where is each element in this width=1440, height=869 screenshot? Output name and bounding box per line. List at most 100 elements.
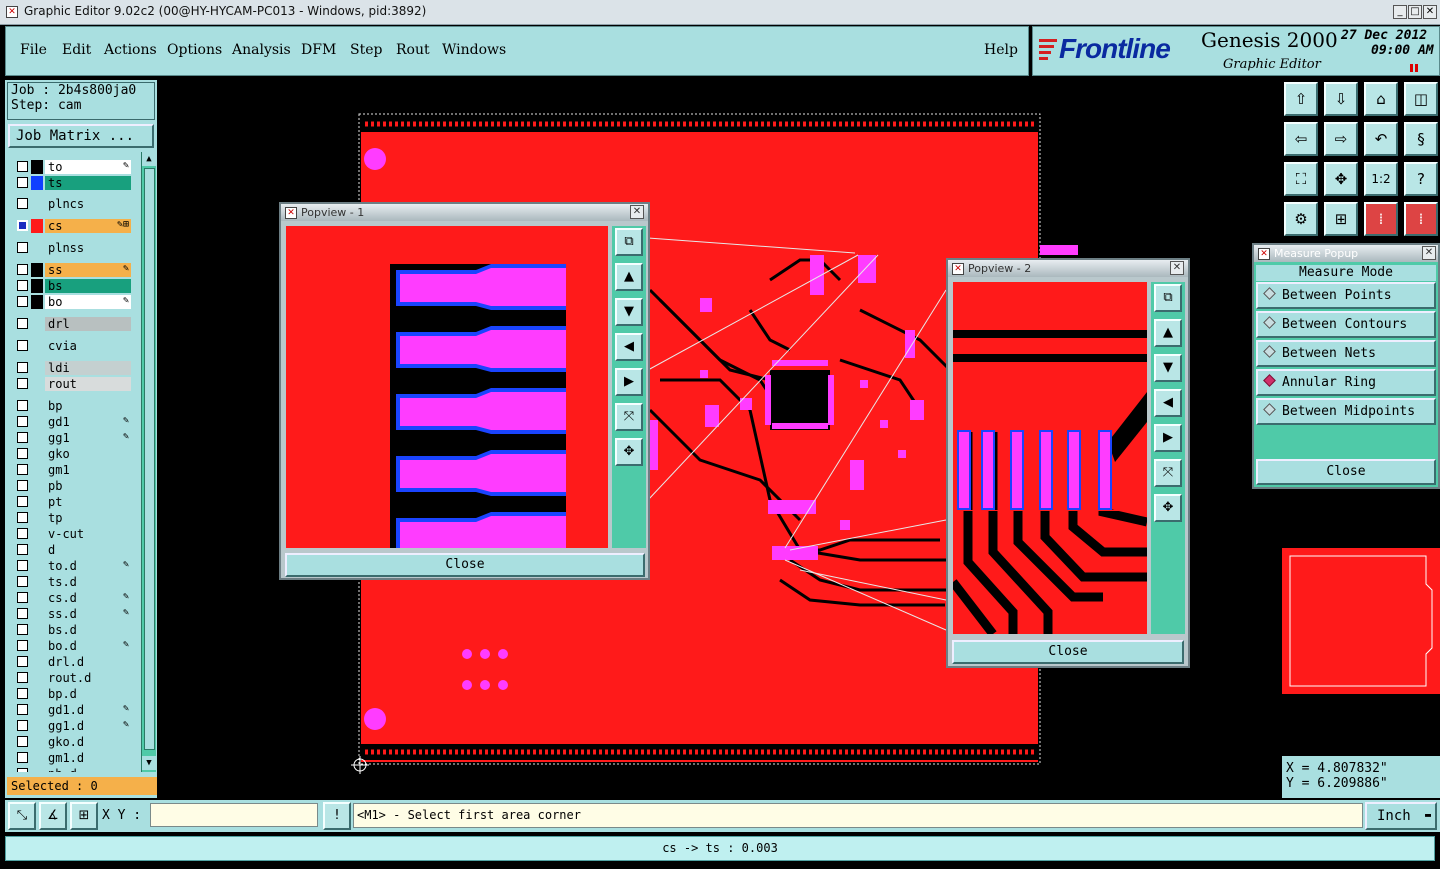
layer-color-swatch[interactable] xyxy=(31,295,43,309)
popview-1-down-icon[interactable]: ▼ xyxy=(615,298,643,326)
layer-checkbox[interactable] xyxy=(17,592,28,603)
layer-name[interactable]: ss xyxy=(45,263,131,277)
layer-color-swatch[interactable] xyxy=(31,399,43,413)
layer-name[interactable]: v-cut xyxy=(45,527,131,541)
layer-checkbox[interactable] xyxy=(17,400,28,411)
layer-checkbox[interactable] xyxy=(17,720,28,731)
option-between-nets[interactable]: Between Nets xyxy=(1256,340,1436,367)
layer-edit-icon[interactable]: ✎ xyxy=(123,295,129,306)
layer-name[interactable]: gko.d xyxy=(45,735,131,749)
layer-checkbox[interactable] xyxy=(17,656,28,667)
layer-row-to-d[interactable]: to.d ✎ xyxy=(13,559,133,573)
layer-color-swatch[interactable] xyxy=(31,735,43,749)
layer-color-swatch[interactable] xyxy=(31,219,43,233)
layer-color-swatch[interactable] xyxy=(31,447,43,461)
layer-row-plnss[interactable]: plnss xyxy=(13,241,133,255)
layer-checkbox[interactable] xyxy=(17,560,28,571)
layer-checkbox[interactable] xyxy=(17,752,28,763)
mini-map[interactable] xyxy=(1282,548,1440,694)
layer-row-cvia[interactable]: cvia xyxy=(13,339,133,353)
layer-row-gko-d[interactable]: gko.d xyxy=(13,735,133,749)
snap-angle-icon[interactable]: ∡ xyxy=(39,802,67,830)
menu-rout[interactable]: Rout xyxy=(396,42,430,58)
layer-row-gd1[interactable]: gd1 ✎ xyxy=(13,415,133,429)
menu-options[interactable]: Options xyxy=(167,42,222,58)
layer-row-bp[interactable]: bp xyxy=(13,399,133,413)
units-selector[interactable]: Inch ▬ xyxy=(1365,802,1437,830)
layer-name[interactable]: gm1 xyxy=(45,463,131,477)
layer-checkbox[interactable] xyxy=(17,177,28,188)
maximize-button[interactable]: □ xyxy=(1408,5,1422,19)
layer-checkbox[interactable] xyxy=(17,512,28,523)
layer-name[interactable]: pt xyxy=(45,495,131,509)
layer-edit-icon[interactable]: ✎ xyxy=(123,160,129,171)
zoom-out-icon[interactable]: ⇩ xyxy=(1324,82,1358,116)
layer-color-swatch[interactable] xyxy=(31,317,43,331)
layer-edit-icon[interactable]: ✎ xyxy=(123,719,129,730)
layer-edit-icon[interactable]: ✎ xyxy=(123,639,129,650)
layer-checkbox[interactable] xyxy=(17,448,28,459)
layer-edit-icon[interactable]: ✎ xyxy=(123,607,129,618)
layer-checkbox[interactable] xyxy=(17,198,28,209)
layer-color-swatch[interactable] xyxy=(31,655,43,669)
layer-color-swatch[interactable] xyxy=(31,543,43,557)
layer-row-drl-d[interactable]: drl.d xyxy=(13,655,133,669)
draw-line-icon[interactable]: ⤡ xyxy=(8,802,36,830)
layer-name[interactable]: ts xyxy=(45,176,131,190)
popview-2-down-icon[interactable]: ▼ xyxy=(1154,354,1182,382)
layer-row-bo-d[interactable]: bo.d ✎ xyxy=(13,639,133,653)
layer-checkbox[interactable] xyxy=(17,161,28,172)
layer-color-swatch[interactable] xyxy=(31,241,43,255)
minimize-button[interactable]: _ xyxy=(1393,5,1407,19)
layer-row-pb-d[interactable]: pb.d xyxy=(13,767,133,772)
popview-1-close-button[interactable]: Close xyxy=(285,553,645,577)
layer-checkbox[interactable] xyxy=(17,688,28,699)
layer-checkbox[interactable] xyxy=(17,496,28,507)
layer-row-d[interactable]: d xyxy=(13,543,133,557)
layer-row-drl[interactable]: drl xyxy=(13,317,133,331)
layer-checkbox[interactable] xyxy=(17,704,28,715)
layer-checkbox[interactable] xyxy=(17,608,28,619)
zoom-window-icon[interactable]: ⌂ xyxy=(1364,82,1398,116)
layer-color-swatch[interactable] xyxy=(31,377,43,391)
layer-name[interactable]: plnss xyxy=(45,241,131,255)
layer-color-swatch[interactable] xyxy=(31,495,43,509)
layer-row-gd1-d[interactable]: gd1.d ✎ xyxy=(13,703,133,717)
layer-row-cs[interactable]: cs ✎⊞ xyxy=(13,219,133,233)
popview-1-center-icon[interactable]: ✥ xyxy=(615,438,643,466)
layer-name[interactable]: rout xyxy=(45,377,131,391)
layer-name[interactable]: cs.d xyxy=(45,591,131,605)
scroll-down-icon[interactable]: ▼ xyxy=(142,756,156,770)
layer-name[interactable]: d xyxy=(45,543,131,557)
redo-icon[interactable]: § xyxy=(1404,122,1438,156)
layer-row-ts-d[interactable]: ts.d xyxy=(13,575,133,589)
layer-edit-icon[interactable]: ✎ xyxy=(123,431,129,442)
layer-row-rout-d[interactable]: rout.d xyxy=(13,671,133,685)
popview-2-close-button[interactable]: Close xyxy=(952,640,1184,664)
popview-1-close-icon[interactable]: ✕ xyxy=(630,205,644,219)
layer-checkbox[interactable] xyxy=(17,220,28,231)
scale-1-2-icon[interactable]: 1:2 xyxy=(1364,162,1398,196)
layer-checkbox[interactable] xyxy=(17,242,28,253)
menu-file[interactable]: File xyxy=(20,42,47,58)
layer-row-gm1-d[interactable]: gm1.d xyxy=(13,751,133,765)
layer-checkbox[interactable] xyxy=(17,362,28,373)
layer-name[interactable]: gm1.d xyxy=(45,751,131,765)
popview-2-left-icon[interactable]: ◀ xyxy=(1154,389,1182,417)
layer-row-gm1[interactable]: gm1 xyxy=(13,463,133,477)
popview-2-right-icon[interactable]: ▶ xyxy=(1154,424,1182,452)
layer-name[interactable]: to.d xyxy=(45,559,131,573)
layer-row-cs-d[interactable]: cs.d ✎ xyxy=(13,591,133,605)
layer-checkbox[interactable] xyxy=(17,736,28,747)
layer-name[interactable]: bo xyxy=(45,295,131,309)
undo-icon[interactable]: ↶ xyxy=(1364,122,1398,156)
layer-checkbox[interactable] xyxy=(17,340,28,351)
popview-1-right-icon[interactable]: ▶ xyxy=(615,368,643,396)
scroll-up-icon[interactable]: ▲ xyxy=(142,152,156,166)
layer-checkbox[interactable] xyxy=(17,318,28,329)
layer-checkbox[interactable] xyxy=(17,432,28,443)
layer-checkbox[interactable] xyxy=(17,624,28,635)
zoom-home-icon[interactable]: ⇧ xyxy=(1284,82,1318,116)
layer-name[interactable]: plncs xyxy=(45,197,131,211)
layer-row-ldi[interactable]: ldi xyxy=(13,361,133,375)
